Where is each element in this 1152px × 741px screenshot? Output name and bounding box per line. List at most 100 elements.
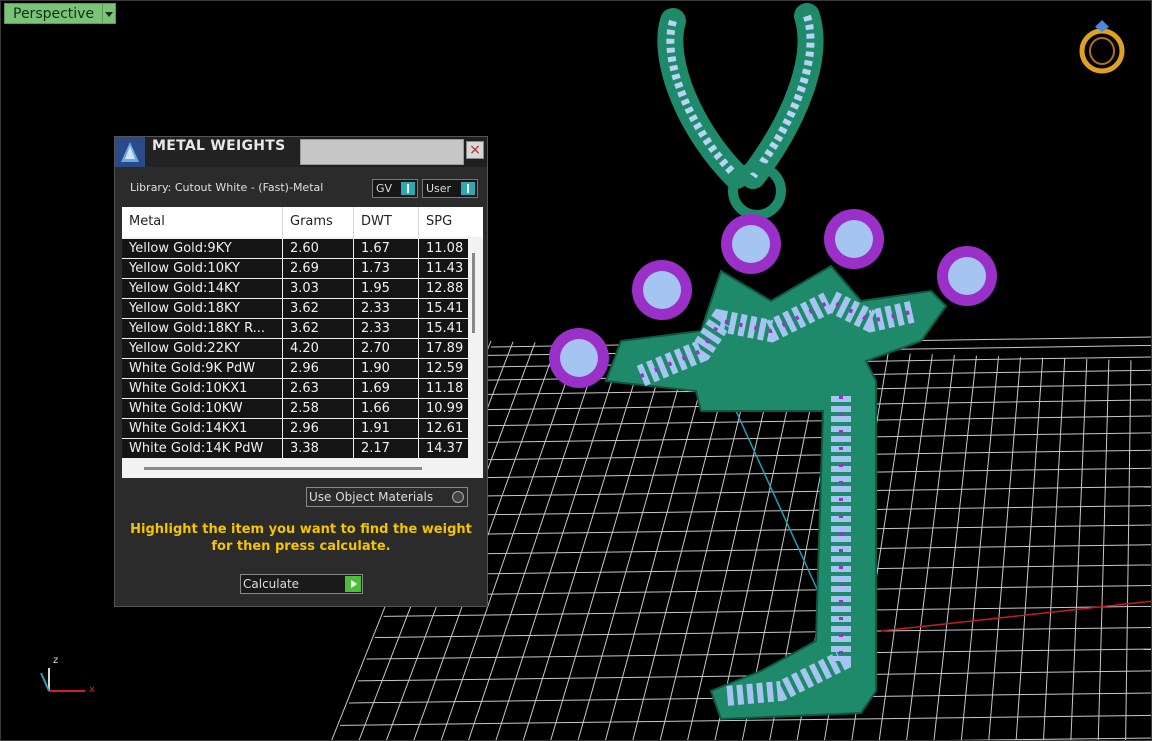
plugin-logo-icon [115,137,145,167]
horizontal-scrollbar[interactable] [122,458,468,478]
table-body: Yellow Gold:9KY 2.60 1.67 11.08 Yellow Gold:… [122,239,483,459]
grid-line [415,524,1151,536]
instruction-line-2: for then press calculate. [211,539,391,554]
column-header-metal[interactable]: Metal [122,207,283,237]
cell-dwt: 1.67 [354,239,418,258]
perspective-viewport[interactable]: z x Perspective METAL WEIGHTS × Library:… [0,0,1152,741]
metal-weights-panel: METAL WEIGHTS × Library: Cutout White - … [114,136,488,607]
grid-line [445,449,1151,461]
cell-spg: 12.61 [419,419,468,438]
column-header-grams[interactable]: Grams [283,207,354,237]
table-row[interactable]: White Gold:14K PdW 3.38 2.17 14.37 [122,439,483,459]
user-toggle[interactable]: User [422,179,478,198]
grid-line [423,505,1151,517]
grid-line [960,356,1000,740]
cell-dwt: 2.33 [354,299,418,318]
grid-line [988,356,1022,740]
cell-grams: 2.60 [283,239,353,258]
cell-grams: 2.69 [283,259,353,278]
panel-title: METAL WEIGHTS [145,137,300,167]
scrollbar-thumb[interactable] [472,253,475,333]
grid-line [452,432,1151,444]
instruction-text: Highlight the item you want to find the … [115,521,487,555]
cell-grams: 2.96 [283,359,353,378]
calculate-label: Calculate [243,577,300,591]
grid-line [522,345,646,740]
use-object-materials-label: Use Object Materials [309,490,434,504]
cell-metal: White Gold:10KX1 [122,379,282,398]
table-row[interactable]: Yellow Gold:22KY 4.20 2.70 17.89 [122,339,483,359]
radio-icon[interactable] [452,491,464,503]
cell-metal: White Gold:14K PdW [122,439,282,458]
gv-toggle-label: GV [376,182,393,195]
gv-toggle[interactable]: GV [372,179,418,198]
cell-dwt: 1.95 [354,279,418,298]
cell-metal: Yellow Gold:10KY [122,259,282,278]
grid-line [550,346,669,740]
play-arrow-icon[interactable] [345,576,361,592]
table-row[interactable]: White Gold:10KX1 2.63 1.69 11.18 [122,379,483,399]
cell-dwt: 1.66 [354,399,418,418]
table-row[interactable]: Yellow Gold:10KY 2.69 1.73 11.43 [122,259,483,279]
instruction-line-1: Highlight the item you want to find the … [130,522,472,537]
user-toggle-label: User [426,182,452,195]
table-row[interactable]: White Gold:9K PdW 2.96 1.90 12.59 [122,359,483,379]
cell-dwt: 1.90 [354,359,418,378]
table-row[interactable]: Yellow Gold:9KY 2.60 1.67 11.08 [122,239,483,259]
grid-line [1043,358,1066,740]
cell-spg: 10.99 [419,399,468,418]
table-row[interactable]: White Gold:10KW 2.58 1.66 10.99 [122,399,483,419]
chevron-down-icon[interactable] [103,3,117,24]
pendant-bail [657,3,824,220]
grid-line [495,344,624,740]
column-header-dwt[interactable]: DWT [354,207,419,237]
cell-grams: 3.03 [283,279,353,298]
cell-dwt: 1.69 [354,379,418,398]
scrollbar-thumb[interactable] [144,467,422,470]
close-icon[interactable]: × [466,141,484,159]
cell-metal: Yellow Gold:18KY [122,299,282,318]
axis-x-label: x [89,684,95,695]
cell-dwt: 1.73 [354,259,418,278]
cell-spg: 11.08 [419,239,468,258]
cell-spg: 12.88 [419,279,468,298]
table-row[interactable]: Yellow Gold:14KY 3.03 1.95 12.88 [122,279,483,299]
cell-spg: 15.41 [419,299,468,318]
table-row[interactable]: Yellow Gold:18KY R... 3.62 2.33 15.41 [122,319,483,339]
pendant-letter-j [604,264,948,721]
calculate-button[interactable]: Calculate [240,574,363,594]
viewport-label-text[interactable]: Perspective [4,3,104,24]
vertical-scrollbar[interactable] [468,237,483,456]
cell-dwt: 2.70 [354,339,418,358]
toggle-knob-icon [401,182,415,195]
ring-view-icon[interactable] [1079,20,1125,74]
grid-line [431,486,1151,498]
grid-line [1125,360,1132,740]
panel-title-strip [300,139,464,165]
cell-grams: 4.20 [283,339,353,358]
column-header-spg[interactable]: SPG [419,207,468,237]
cell-metal: White Gold:14KX1 [122,419,282,438]
grid-line [459,415,1151,427]
grid-line [577,346,691,740]
cell-metal: White Gold:10KW [122,399,282,418]
cell-metal: White Gold:9K PdW [122,359,282,378]
cell-metal: Yellow Gold:18KY R... [122,319,282,338]
table-header: Metal Grams DWT SPG [122,207,483,237]
cell-grams: 3.62 [283,299,353,318]
metal-table[interactable]: Metal Grams DWT SPG Yellow Gold:9KY 2.60 1… [122,207,483,478]
cell-dwt: 2.33 [354,319,418,338]
viewport-label[interactable]: Perspective [4,3,117,24]
use-object-materials-option[interactable]: Use Object Materials [306,487,468,507]
cell-grams: 2.63 [283,379,353,398]
grid-line [438,467,1151,479]
cell-metal: Yellow Gold:9KY [122,239,282,258]
grid-line [1070,358,1088,740]
axis-gizmo [40,668,85,692]
table-row[interactable]: White Gold:14KX1 2.96 1.91 12.61 [122,419,483,439]
grid-line [933,355,977,740]
grid-line [408,544,1151,556]
table-row[interactable]: Yellow Gold:18KY 3.62 2.33 15.41 [122,299,483,319]
grid-line [468,344,602,740]
cell-grams: 3.62 [283,319,353,338]
